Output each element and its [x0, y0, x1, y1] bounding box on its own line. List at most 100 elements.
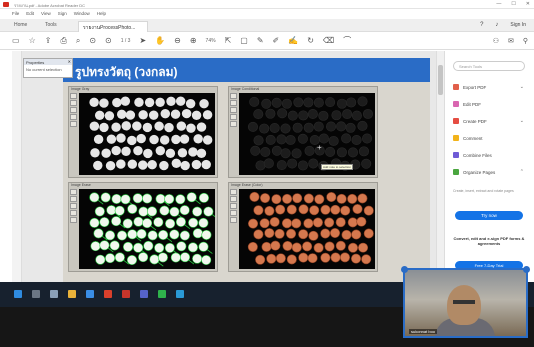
menu-file[interactable]: File: [12, 11, 19, 16]
delete-icon[interactable]: ⌫: [323, 37, 334, 45]
share-user-icon[interactable]: ⚇: [493, 37, 499, 45]
tool-icon[interactable]: [70, 210, 77, 216]
print-icon[interactable]: ⎙: [60, 37, 66, 45]
chevron-down-icon[interactable]: ⌄: [520, 84, 524, 90]
zoom-out-icon[interactable]: ⊖: [174, 37, 181, 45]
sign-in-button[interactable]: Sign In: [510, 22, 526, 28]
circle-mark: [347, 242, 358, 253]
sign-icon[interactable]: ✍: [288, 37, 298, 45]
vertical-scrollbar[interactable]: [436, 51, 444, 291]
share-icon[interactable]: ↻: [307, 37, 314, 45]
circle-mark: [196, 148, 207, 159]
menu-edit[interactable]: Edit: [26, 11, 34, 16]
menu-help[interactable]: Help: [97, 11, 106, 16]
circle-mark: [99, 240, 110, 251]
task-view-icon[interactable]: [50, 290, 58, 298]
bell-icon[interactable]: ♪: [495, 22, 498, 28]
tool-icon[interactable]: [230, 189, 237, 195]
circle-mark: [175, 96, 186, 106]
circle-mark: [127, 229, 138, 240]
tool-icon[interactable]: [70, 217, 77, 223]
file-explorer-icon[interactable]: [68, 290, 76, 298]
highlight-icon[interactable]: ✎: [257, 37, 264, 45]
circle-mark: [126, 255, 138, 266]
search-icon[interactable]: [32, 290, 40, 298]
tool-icon[interactable]: [70, 100, 77, 106]
bookmark-star-icon[interactable]: ☆: [29, 37, 36, 45]
tool-icon[interactable]: [70, 93, 77, 99]
tool-icon[interactable]: [230, 114, 237, 120]
teams-icon[interactable]: [140, 290, 148, 298]
zoom-in-icon[interactable]: ⊕: [190, 37, 197, 45]
tool-icon[interactable]: [230, 196, 237, 202]
search-tools-input[interactable]: Search Tools: [453, 61, 525, 71]
close-icon[interactable]: ✕: [68, 59, 71, 64]
menu-sign[interactable]: Sign: [58, 11, 67, 16]
app-icon[interactable]: [122, 290, 130, 298]
select-cursor-icon[interactable]: ➤: [139, 37, 146, 45]
settings-icon[interactable]: [86, 290, 94, 298]
tool-comment[interactable]: Comment: [453, 135, 483, 141]
page-number[interactable]: 1 / 3: [121, 38, 131, 44]
circle-mark: [357, 96, 368, 107]
circle-mark: [292, 193, 303, 204]
tool-icon[interactable]: [70, 189, 77, 195]
tool-icon[interactable]: [70, 121, 77, 127]
properties-dialog[interactable]: Properties ✕ No current selection: [23, 58, 73, 78]
tool-icon[interactable]: [70, 196, 77, 202]
page-up-icon[interactable]: ⊙: [89, 37, 96, 45]
save-icon[interactable]: ▭: [12, 37, 20, 45]
tab-tools[interactable]: Tools: [45, 22, 57, 28]
tool-icon[interactable]: [70, 107, 77, 113]
help-icon[interactable]: ?: [480, 22, 483, 28]
page-down-icon[interactable]: ⊙: [105, 37, 112, 45]
tab-home[interactable]: Home: [14, 22, 27, 28]
tool-icon[interactable]: [230, 93, 237, 99]
tool-icon[interactable]: [230, 121, 237, 127]
tool-icon[interactable]: [230, 107, 237, 113]
chevron-down-icon[interactable]: ⌄: [520, 118, 524, 124]
participant-name: sukonnat boo: [409, 329, 438, 334]
fit-page-icon[interactable]: ⇱: [225, 37, 232, 45]
try-now-button[interactable]: Try now: [455, 211, 523, 220]
tool-organize-pages[interactable]: Organize Pages: [453, 169, 495, 175]
tool-icon[interactable]: [230, 203, 237, 209]
tool-combine-files[interactable]: Combine Files: [453, 152, 492, 158]
tool-icon[interactable]: [230, 217, 237, 223]
menu-view[interactable]: View: [41, 11, 51, 16]
slide-banner: รูปทรงวัตถุ (วงกลม): [63, 58, 430, 82]
tool-icon[interactable]: [230, 100, 237, 106]
tool-create-pdf[interactable]: Create PDF: [453, 118, 487, 124]
scrollbar-thumb[interactable]: [438, 65, 443, 95]
circle-mark: [165, 148, 176, 159]
circle-mark: [276, 160, 287, 171]
tool-export-pdf[interactable]: Export PDF: [453, 84, 486, 90]
maximize-icon[interactable]: ☐: [511, 1, 515, 7]
mail-icon[interactable]: ✉: [508, 37, 514, 45]
circle-mark: [142, 122, 153, 133]
left-navigation-rail[interactable]: [12, 51, 22, 291]
comment-icon[interactable]: ▢: [240, 37, 248, 45]
acrobat-taskbar-icon[interactable]: [104, 290, 112, 298]
tool-icon[interactable]: [70, 203, 77, 209]
tab-document[interactable]: รายงานProcessPhoto...: [78, 21, 148, 32]
windows-start-icon[interactable]: [14, 290, 22, 298]
minimize-icon[interactable]: —: [496, 1, 501, 7]
zoom-level[interactable]: 74%: [206, 38, 216, 44]
hand-tool-icon[interactable]: ✋: [155, 37, 165, 45]
upload-icon[interactable]: ⇪: [45, 37, 52, 45]
link-icon[interactable]: ⚲: [523, 37, 528, 45]
menu-window[interactable]: Window: [74, 11, 90, 16]
draw-icon[interactable]: ✐: [273, 37, 280, 45]
circle-mark: [127, 159, 138, 169]
video-call-window[interactable]: sukonnat boo: [403, 268, 528, 338]
more-icon[interactable]: ⌒: [343, 37, 351, 45]
chrome-icon[interactable]: [158, 290, 166, 298]
tool-icon[interactable]: [230, 210, 237, 216]
tool-edit-pdf[interactable]: Edit PDF: [453, 101, 481, 107]
tool-icon[interactable]: [70, 114, 77, 120]
close-icon[interactable]: ✕: [526, 1, 530, 7]
chevron-up-icon[interactable]: ⌃: [520, 169, 524, 175]
search-icon[interactable]: ⌕: [76, 37, 80, 45]
edge-icon[interactable]: [176, 290, 184, 298]
